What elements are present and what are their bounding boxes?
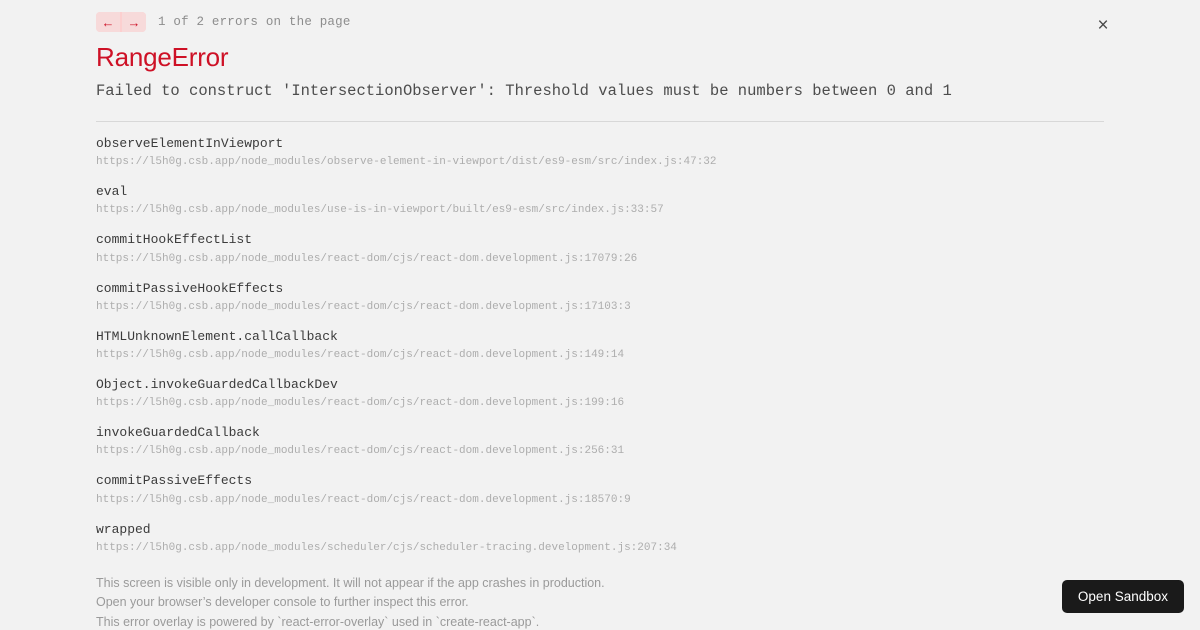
stack-frame-function: Object.invokeGuardedCallbackDev — [96, 376, 338, 392]
error-count-label: 1 of 2 errors on the page — [158, 15, 351, 29]
stack-frame[interactable]: commitPassiveHookEffects https://l5h0g.cs… — [96, 281, 1160, 316]
error-message: Failed to construct 'IntersectionObserve… — [96, 82, 952, 100]
error-overlay: ← → 1 of 2 errors on the page × RangeErr… — [0, 0, 1200, 630]
stack-frame[interactable]: commitHookEffectList https://l5h0g.csb.ap… — [96, 232, 1160, 267]
stack-frame-location: https://l5h0g.csb.app/node_modules/react… — [96, 300, 631, 313]
stack-frame-function: commitPassiveHookEffects — [96, 280, 284, 296]
overlay-header: ← → 1 of 2 errors on the page — [96, 10, 1104, 34]
footer-line-powered-by: This error overlay is powered by `react-… — [96, 614, 540, 629]
stack-frame-location: https://l5h0g.csb.app/node_modules/react… — [96, 397, 625, 410]
stack-frame[interactable]: commitPassiveEffects https://l5h0g.csb.ap… — [96, 473, 1160, 508]
stack-frame-location: https://l5h0g.csb.app/node_modules/obser… — [96, 156, 717, 169]
stack-trace-list: observeElementInViewport https://l5h0g.cs… — [96, 136, 1160, 630]
error-type-title: RangeError — [96, 42, 229, 72]
stack-frame-function: commitHookEffectList — [96, 232, 253, 248]
error-navigation-group: ← → — [96, 12, 146, 32]
stack-frame[interactable]: observeElementInViewport https://l5h0g.cs… — [96, 136, 1160, 171]
footer-line-console: Open your browser’s developer console to… — [96, 595, 469, 610]
stack-frame-function: commitPassiveEffects — [96, 473, 253, 489]
stack-frame[interactable]: eval https://l5h0g.csb.app/node_modules/u… — [96, 184, 1160, 219]
stack-frame-location: https://l5h0g.csb.app/node_modules/react… — [96, 445, 625, 458]
stack-frame[interactable]: Object.invokeGuardedCallbackDev https://l… — [96, 377, 1160, 412]
open-sandbox-button[interactable]: Open Sandbox — [1061, 579, 1184, 613]
stack-frame-function: HTMLUnknownElement.callCallback — [96, 328, 338, 344]
previous-error-button[interactable]: ← — [96, 12, 120, 32]
stack-frame-location: https://l5h0g.csb.app/node_modules/react… — [96, 252, 638, 265]
close-icon[interactable]: × — [1090, 12, 1116, 38]
stack-frame-function: invokeGuardedCallback — [96, 425, 260, 441]
stack-frame-location: https://l5h0g.csb.app/node_modules/sched… — [96, 541, 677, 554]
stack-frame[interactable]: invokeGuardedCallback https://l5h0g.csb.a… — [96, 425, 1160, 460]
stack-frame-function: eval — [96, 184, 128, 200]
stack-frame-function: observeElementInViewport — [96, 136, 284, 151]
stack-frame[interactable]: HTMLUnknownElement.callCallback https://l… — [96, 329, 1160, 364]
stack-frame-location: https://l5h0g.csb.app/node_modules/react… — [96, 493, 631, 506]
stack-frame-function: wrapped — [96, 521, 151, 537]
overlay-content: ← → 1 of 2 errors on the page × RangeErr… — [0, 0, 1200, 630]
header-divider — [96, 121, 1104, 122]
stack-frame[interactable]: wrapped https://l5h0g.csb.app/node_module… — [96, 522, 1160, 557]
stack-frame-location: https://l5h0g.csb.app/node_modules/react… — [96, 349, 625, 361]
next-error-button[interactable]: → — [122, 12, 146, 32]
overlay-footer: This screen is visible only in developme… — [0, 568, 1200, 630]
footer-line-development: This screen is visible only in developme… — [96, 576, 605, 590]
stack-frame-location: https://l5h0g.csb.app/node_modules/use-i… — [96, 204, 664, 217]
